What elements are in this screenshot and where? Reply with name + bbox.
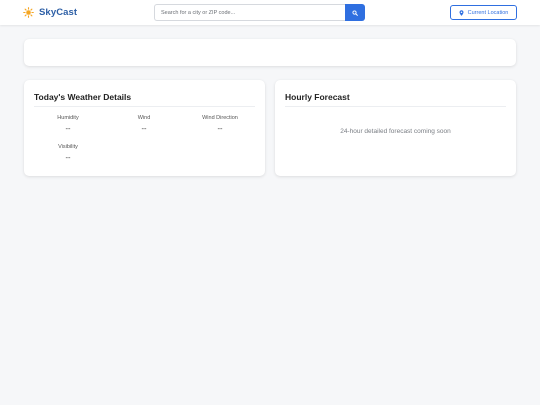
visibility-detail: Visibility -- <box>33 144 103 162</box>
search-icon <box>352 9 358 16</box>
app-name: SkyCast <box>39 7 78 18</box>
wind-detail: Wind -- <box>109 115 179 133</box>
logo[interactable]: SkyCast <box>23 6 77 19</box>
visibility-value: -- <box>65 153 71 162</box>
forecast-placeholder-message: 24-hour detailed forecast coming soon <box>340 128 451 135</box>
humidity-label: Humidity <box>57 115 79 121</box>
wind-label: Wind <box>137 115 151 121</box>
top-navbar: SkyCast Current Location <box>0 0 540 25</box>
weather-details-card: Today's Weather Details Humidity -- Wind… <box>24 80 265 176</box>
hourly-forecast-title: Hourly Forecast <box>285 92 350 102</box>
current-weather-banner <box>24 39 516 66</box>
humidity-detail: Humidity -- <box>33 115 103 133</box>
divider <box>34 106 255 107</box>
hourly-forecast-card: Hourly Forecast 24-hour detailed forecas… <box>275 80 516 176</box>
current-location-button[interactable]: Current Location <box>450 5 517 20</box>
visibility-label: Visibility <box>58 144 78 150</box>
map-pin-icon <box>459 9 464 16</box>
humidity-value: -- <box>65 124 71 133</box>
search-button[interactable] <box>345 4 365 21</box>
search-input[interactable] <box>154 4 345 21</box>
sun-icon <box>23 7 34 18</box>
divider <box>285 106 506 107</box>
wind-value: -- <box>141 124 147 133</box>
wind-direction-label: Wind Direction <box>202 115 238 121</box>
current-location-label: Current Location <box>467 9 509 16</box>
wind-direction-detail: Wind Direction -- <box>185 115 255 133</box>
weather-details-title: Today's Weather Details <box>34 92 132 102</box>
wind-direction-value: -- <box>217 124 223 133</box>
